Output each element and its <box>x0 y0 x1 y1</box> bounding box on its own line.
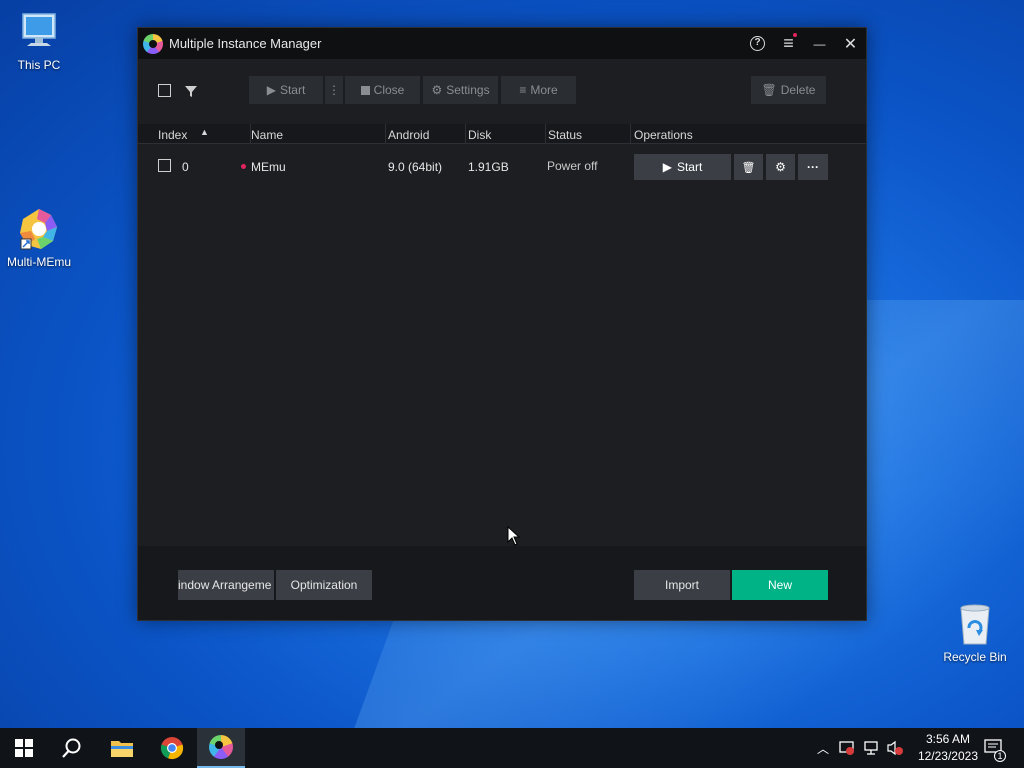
desktop-icon-this-pc[interactable]: This PC <box>1 10 77 72</box>
play-icon: ▶ <box>662 160 672 174</box>
instance-more-button[interactable]: ··· <box>798 154 828 180</box>
multi-memu-icon <box>17 207 61 251</box>
chevron-up-icon: ︿ <box>816 741 829 756</box>
minimize-icon: — <box>813 36 826 51</box>
instance-settings-button[interactable]: ⚙ <box>766 154 795 180</box>
chrome-button[interactable] <box>148 728 196 768</box>
new-button[interactable]: New <box>732 570 828 600</box>
speaker-muted-icon <box>887 740 903 756</box>
minimize-button[interactable]: — <box>804 28 835 59</box>
column-divider <box>385 124 386 144</box>
desktop-icon-label: Recycle Bin <box>943 650 1007 664</box>
trash-icon: 🗑 <box>741 161 756 174</box>
clock[interactable]: 3:56 AM 12/23/2023 <box>918 731 978 765</box>
select-all-checkbox[interactable] <box>158 84 171 97</box>
row-disk: 1.91GB <box>468 160 509 174</box>
header-index[interactable]: Index <box>158 128 187 142</box>
mouse-cursor-icon <box>507 526 521 546</box>
list-icon: ≡ <box>519 83 527 97</box>
search-button[interactable] <box>48 728 96 768</box>
multi-memu-icon <box>209 735 233 759</box>
windows-logo-icon <box>15 739 33 757</box>
chrome-icon <box>160 737 184 760</box>
help-icon: ? <box>750 36 765 51</box>
row-name: MEmu <box>251 160 286 174</box>
clock-date: 12/23/2023 <box>917 749 978 763</box>
start-all-button[interactable]: ▶ Start <box>249 76 323 104</box>
footer-bar: indow Arrangeme Optimization Import New <box>138 546 866 620</box>
row-index: 0 <box>182 160 189 174</box>
gear-icon: ⚙ <box>775 160 786 174</box>
row-android: 9.0 (64bit) <box>388 160 443 174</box>
menu-button[interactable]: ≡ <box>773 28 804 59</box>
column-divider <box>545 124 546 144</box>
trash-icon: 🗑 <box>761 83 777 97</box>
settings-button[interactable]: ⚙ Settings <box>423 76 498 104</box>
monitor-icon <box>17 10 61 54</box>
app-logo-icon <box>143 33 163 54</box>
notification-count: 1 <box>994 750 1006 762</box>
desktop-icon-recycle-bin[interactable]: Recycle Bin <box>937 602 1013 664</box>
desktop-icon-multi-memu[interactable]: Multi-MEmu <box>1 207 77 269</box>
sort-ascending-icon: ▲ <box>200 127 209 137</box>
network-icon <box>864 741 878 755</box>
row-checkbox[interactable] <box>158 159 171 172</box>
clock-time: 3:56 AM <box>925 732 970 746</box>
multiple-instance-manager-window: Multiple Instance Manager ? ≡ — ✕ ▶ Star… <box>137 27 867 621</box>
title-bar[interactable]: Multiple Instance Manager ? ≡ — ✕ <box>138 28 866 59</box>
monitor-warning-icon <box>839 741 854 755</box>
window-title: Multiple Instance Manager <box>169 36 322 51</box>
stop-icon <box>360 85 370 95</box>
play-icon: ▶ <box>266 83 276 97</box>
column-divider <box>630 124 631 144</box>
optimization-button[interactable]: Optimization <box>276 570 372 600</box>
desktop-icon-label: This PC <box>17 58 61 72</box>
hamburger-icon: ≡ <box>783 33 794 53</box>
vertical-dots-icon: ⋮ <box>328 83 340 97</box>
notification-dot <box>793 33 797 37</box>
help-button[interactable]: ? <box>742 28 773 59</box>
desktop-icon-label: Multi-MEmu <box>6 255 71 269</box>
folder-icon <box>111 741 133 757</box>
filter-button[interactable] <box>184 84 198 101</box>
header-android[interactable]: Android <box>388 128 429 142</box>
recycle-bin-icon <box>953 602 997 646</box>
network-tray-button[interactable] <box>861 728 881 768</box>
table-header: Index ▲ Name Android Disk Status Operati… <box>138 124 866 144</box>
row-status: Power off <box>547 159 598 173</box>
status-dot <box>241 164 246 169</box>
header-operations: Operations <box>634 128 693 142</box>
header-disk[interactable]: Disk <box>468 128 491 142</box>
start-options-button[interactable]: ⋮ <box>325 76 343 104</box>
taskbar: ︿ 3:56 AM 12/23/2023 1 <box>0 728 1024 768</box>
filter-icon <box>185 86 197 97</box>
header-name[interactable]: Name <box>251 128 283 142</box>
close-button[interactable]: ✕ <box>835 28 866 59</box>
search-icon <box>62 738 81 758</box>
close-all-button[interactable]: Close <box>345 76 420 104</box>
more-dots-icon: ··· <box>807 160 819 174</box>
import-button[interactable]: Import <box>634 570 730 600</box>
file-explorer-button[interactable] <box>98 728 146 768</box>
gear-icon: ⚙ <box>431 83 443 97</box>
delete-button[interactable]: 🗑 Delete <box>751 76 826 104</box>
volume-tray-button[interactable] <box>885 728 905 768</box>
multi-memu-taskbar-button[interactable] <box>197 728 245 768</box>
notification-center-button[interactable]: 1 <box>980 728 1008 768</box>
close-icon: ✕ <box>843 35 858 53</box>
more-button[interactable]: ≡ More <box>501 76 576 104</box>
security-tray-button[interactable] <box>837 728 857 768</box>
instance-delete-button[interactable]: 🗑 <box>734 154 763 180</box>
column-divider <box>465 124 466 144</box>
show-hidden-icons-button[interactable]: ︿ <box>813 728 833 768</box>
window-arrangement-button[interactable]: indow Arrangeme <box>178 570 274 600</box>
header-status[interactable]: Status <box>548 128 582 142</box>
instance-start-button[interactable]: ▶ Start <box>634 154 731 180</box>
start-button[interactable] <box>0 728 48 768</box>
